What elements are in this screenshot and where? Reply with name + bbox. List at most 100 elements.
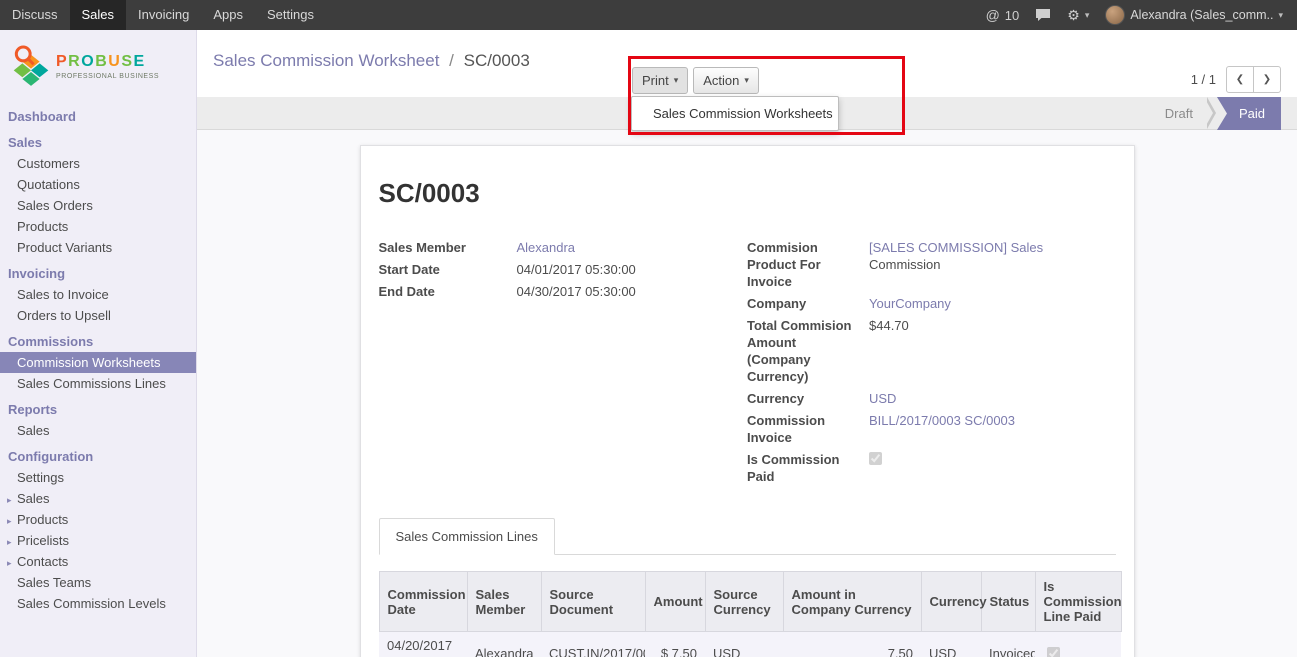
at-icon: @: [986, 7, 1000, 23]
cell-currency: USD: [921, 632, 981, 657]
sidebar-item[interactable]: Reports: [0, 399, 196, 420]
print-dropdown-menu: Sales Commission Worksheets: [631, 96, 839, 131]
commission-invoice-link[interactable]: BILL/2017/0003 SC/0003: [869, 413, 1015, 428]
commission-product-link[interactable]: [SALES COMMISSION] Sales: [869, 240, 1043, 255]
brand-text: PROBUSE PROFESSIONAL BUSINESS: [56, 53, 159, 80]
sidebar-item[interactable]: Contacts: [0, 551, 196, 572]
cell-sales-member: Alexandra: [467, 632, 541, 657]
sidebar-item[interactable]: Settings: [0, 467, 196, 488]
statusbar: Draft Paid: [1151, 97, 1281, 130]
status-draft[interactable]: Draft: [1151, 97, 1207, 130]
sidebar-item[interactable]: Sales: [0, 132, 196, 153]
sidebar-item[interactable]: Products: [0, 216, 196, 237]
column-header[interactable]: Sales Member: [467, 572, 541, 632]
action-button[interactable]: Action ▾: [693, 67, 759, 94]
caret-down-icon: ▾: [1085, 10, 1090, 21]
probuse-logo-icon: [12, 43, 50, 89]
breadcrumb-separator: /: [449, 51, 454, 70]
sidebar-item[interactable]: Sales Commission Levels: [0, 593, 196, 614]
breadcrumb-current: SC/0003: [464, 51, 530, 70]
sidebar-item[interactable]: Commissions: [0, 331, 196, 352]
top-menu-item[interactable]: Discuss: [0, 0, 70, 30]
cell-amount: $ 7.50: [645, 632, 705, 657]
column-header[interactable]: Amount: [645, 572, 705, 632]
sidebar-item[interactable]: Customers: [0, 153, 196, 174]
user-name: Alexandra (Sales_comm..: [1130, 8, 1273, 22]
brand-name: PROBUSE: [56, 53, 159, 71]
debug-menu-button[interactable]: ⚙ ▾: [1067, 7, 1089, 24]
brand-letter: P: [56, 53, 68, 70]
probuse-logo[interactable]: PROBUSE PROFESSIONAL BUSINESS: [0, 30, 196, 97]
sidebar-item[interactable]: Dashboard: [0, 106, 196, 127]
sidebar-item[interactable]: Sales: [0, 420, 196, 441]
column-header[interactable]: Currency: [921, 572, 981, 632]
cell-source-document: CUST.IN/2017/0001: [541, 632, 645, 657]
sidebar-item[interactable]: Sales Orders: [0, 195, 196, 216]
table-header-row: Commission DateSales MemberSource Docume…: [379, 572, 1121, 632]
column-header[interactable]: Source Document: [541, 572, 645, 632]
pager-value[interactable]: 1 / 1: [1191, 72, 1216, 87]
tab-sales-commission-lines[interactable]: Sales Commission Lines: [379, 518, 555, 555]
breadcrumb-parent-link[interactable]: Sales Commission Worksheet: [213, 51, 439, 70]
caret-down-icon: ▾: [744, 75, 749, 86]
print-button[interactable]: Print ▾: [632, 67, 688, 94]
sales-member-link[interactable]: Alexandra: [517, 240, 576, 255]
sidebar-item[interactable]: Configuration: [0, 446, 196, 467]
label-sales-member: Sales Member: [379, 239, 507, 256]
top-menu-item[interactable]: Invoicing: [126, 0, 201, 30]
sidebar-item[interactable]: Orders to Upsell: [0, 305, 196, 326]
is-commission-paid-checkbox: [869, 452, 882, 465]
label-commission-product: Commision Product For Invoice: [747, 239, 859, 290]
form-sheet: SC/0003 Sales Member Alexandra Start Dat…: [360, 145, 1135, 657]
sidebar-item[interactable]: Sales: [0, 488, 196, 509]
pager-previous-button[interactable]: ❮: [1226, 66, 1254, 93]
sidebar-item[interactable]: Quotations: [0, 174, 196, 195]
label-currency: Currency: [747, 390, 859, 407]
pager-next-button[interactable]: ❯: [1253, 66, 1281, 93]
sidebar-item[interactable]: Sales Commissions Lines: [0, 373, 196, 394]
brand-letter: B: [95, 53, 108, 70]
top-menu-item[interactable]: Settings: [255, 0, 326, 30]
sidebar-item[interactable]: Sales to Invoice: [0, 284, 196, 305]
topbar-right: @ 10 ⚙ ▾ Alexandra (Sales_comm.. ▾: [986, 5, 1297, 25]
column-header[interactable]: Source Currency: [705, 572, 783, 632]
table-row[interactable]: 04/20/2017 05:30:00 Alexandra CUST.IN/20…: [379, 632, 1121, 657]
company-link[interactable]: YourCompany: [869, 296, 951, 311]
brand-letter: E: [133, 53, 145, 70]
label-commission-invoice: Commission Invoice: [747, 412, 859, 446]
column-header[interactable]: Amount in Company Currency: [783, 572, 921, 632]
end-date-value: 04/30/2017 05:30:00: [517, 283, 748, 300]
sidebar-item[interactable]: Sales Teams: [0, 572, 196, 593]
sidebar-item[interactable]: Products: [0, 509, 196, 530]
sidebar-item[interactable]: Invoicing: [0, 263, 196, 284]
sidebar-item[interactable]: Pricelists: [0, 530, 196, 551]
dropdown-item-sales-commission-worksheets[interactable]: Sales Commission Worksheets: [632, 101, 838, 126]
record-toolbar: Print ▾ Action ▾: [632, 67, 759, 94]
cell-line-paid: [1035, 632, 1121, 657]
top-menu-item[interactable]: Apps: [201, 0, 255, 30]
app-menus: Discuss Sales Invoicing Apps Settings: [0, 0, 326, 30]
column-header[interactable]: Status: [981, 572, 1035, 632]
sidebar: PROBUSE PROFESSIONAL BUSINESS Dashboard …: [0, 30, 197, 657]
currency-link[interactable]: USD: [869, 391, 896, 406]
status-paid[interactable]: Paid: [1217, 97, 1281, 130]
user-menu[interactable]: Alexandra (Sales_comm.. ▾: [1105, 5, 1283, 25]
cell-commission-date: 04/20/2017 05:30:00: [379, 632, 467, 657]
commission-product-rest: Commission: [869, 257, 941, 272]
record-title: SC/0003: [379, 178, 1116, 209]
sidebar-item[interactable]: Product Variants: [0, 237, 196, 258]
column-header[interactable]: Commission Date: [379, 572, 467, 632]
top-menu-item[interactable]: Sales: [70, 0, 127, 30]
messages-button[interactable]: [1035, 8, 1051, 22]
cell-source-currency: USD: [705, 632, 783, 657]
mentions-counter[interactable]: @ 10: [986, 7, 1020, 23]
control-panel: Sales Commission Worksheet / SC/0003 Pri…: [197, 30, 1297, 97]
sidebar-item[interactable]: Commission Worksheets: [0, 352, 196, 373]
label-company: Company: [747, 295, 859, 312]
pager: 1 / 1 ❮ ❯: [1191, 66, 1281, 93]
label-is-commission-paid: Is Commission Paid: [747, 451, 859, 485]
column-header[interactable]: Is Commission Line Paid: [1035, 572, 1121, 632]
field-group-right: Commision Product For Invoice [SALES COM…: [747, 239, 1116, 490]
label-start-date: Start Date: [379, 261, 507, 278]
gear-icon: ⚙: [1067, 7, 1080, 24]
